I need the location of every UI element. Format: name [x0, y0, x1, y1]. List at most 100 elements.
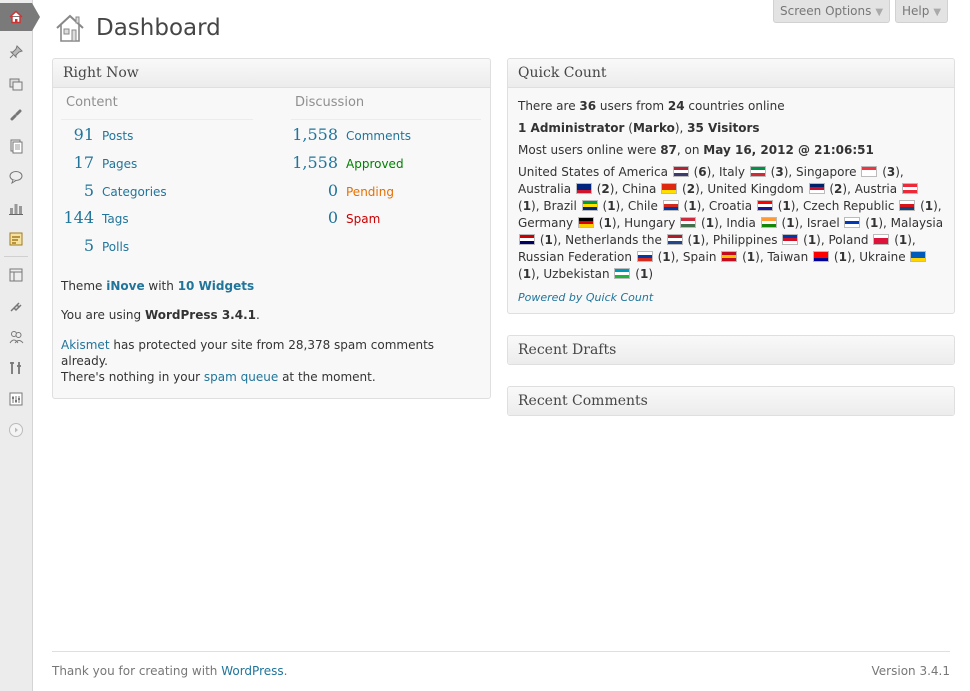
right-now-box: Right Now Content Discussion Theme iNove… — [52, 58, 491, 399]
links-icon — [8, 107, 24, 123]
menu-plugins[interactable] — [0, 292, 32, 320]
collapse-icon — [8, 422, 24, 438]
country-name: United States of America — [518, 165, 668, 179]
country-name: Russian Federation — [518, 250, 632, 264]
menu-separator — [4, 256, 28, 257]
discussion-label[interactable]: Approved — [346, 157, 404, 171]
country-count: 1 — [898, 233, 908, 247]
visitor-count: 35 Visitors — [687, 121, 760, 135]
content-label[interactable]: Pages — [102, 157, 137, 171]
menu-stats[interactable] — [0, 194, 32, 222]
text: , on — [676, 143, 704, 157]
menu-polls[interactable] — [0, 225, 32, 253]
country-name: Hungary — [624, 216, 676, 230]
polls-icon — [8, 231, 24, 247]
discussion-label[interactable]: Spam — [346, 212, 380, 226]
country-name: Spain — [682, 250, 717, 264]
flag-icon — [844, 217, 861, 228]
menu-users[interactable] — [0, 323, 32, 351]
divider — [291, 119, 481, 120]
theme-with: with — [144, 279, 178, 293]
page-header: Dashboard — [54, 12, 221, 44]
discussion-count[interactable]: 1,558 — [288, 125, 338, 144]
content-label[interactable]: Tags — [102, 212, 129, 226]
content-label[interactable]: Polls — [102, 240, 129, 254]
recent-drafts-title[interactable]: Recent Drafts — [508, 336, 954, 364]
country-entry: United States of America (6), — [518, 165, 719, 179]
country-count: 2 — [686, 182, 696, 196]
country-name: Chile — [627, 199, 658, 213]
content-count[interactable]: 144 — [61, 208, 94, 227]
country-count: 1 — [544, 233, 553, 247]
akismet-link[interactable]: Akismet — [61, 338, 110, 352]
version-suffix: . — [256, 308, 260, 322]
flag-icon — [666, 234, 683, 245]
most-online: Most users online were 87, on May 16, 20… — [518, 142, 944, 159]
country-name: Croatia — [708, 199, 753, 213]
akismet-text: has protected your site from 28,378 spam… — [109, 338, 435, 352]
menu-dashboard[interactable] — [0, 3, 40, 31]
discussion-heading: Discussion — [295, 95, 365, 110]
text: Most users online were — [518, 143, 661, 157]
discussion-label[interactable]: Pending — [346, 185, 394, 199]
flag-icon — [662, 200, 679, 211]
quick-count-title[interactable]: Quick Count — [508, 59, 954, 88]
flag-icon — [721, 251, 738, 262]
country-count: 1 — [688, 199, 697, 213]
divider — [61, 119, 253, 120]
discussion-count[interactable]: 0 — [288, 181, 338, 200]
country-entry: Chile (1), — [627, 199, 709, 213]
help-button[interactable]: Help ▼ — [895, 0, 949, 23]
country-name: Singapore — [796, 165, 857, 179]
menu-links[interactable] — [0, 101, 32, 129]
country-name: Germany — [518, 216, 574, 230]
country-entry: Russian Federation (1), — [518, 250, 683, 264]
menu-comments[interactable] — [0, 163, 32, 191]
country-count: 1 — [746, 250, 756, 264]
right-now-title[interactable]: Right Now — [53, 59, 490, 88]
discussion-count[interactable]: 0 — [288, 208, 338, 227]
country-name: Poland — [828, 233, 869, 247]
menu-settings[interactable] — [0, 385, 32, 413]
most-date: May 16, 2012 @ 21:06:51 — [703, 143, 874, 157]
flag-icon — [577, 217, 594, 228]
menu-pages[interactable] — [0, 132, 32, 160]
menu-appearance[interactable] — [0, 261, 32, 289]
country-name: Netherlands the — [565, 233, 662, 247]
country-entry: Israel (1), — [806, 216, 891, 230]
discussion-row: 1,558 Comments — [288, 125, 411, 144]
recent-comments-box: Recent Comments — [507, 386, 955, 416]
country-count: 1 — [807, 233, 817, 247]
content-count[interactable]: 5 — [61, 236, 94, 255]
widgets-link[interactable]: 10 Widgets — [178, 279, 254, 293]
menu-collapse[interactable] — [0, 416, 32, 444]
menu-posts[interactable] — [0, 38, 32, 66]
recent-comments-title[interactable]: Recent Comments — [508, 387, 954, 415]
country-entry: United Kingdom (2), — [707, 182, 855, 196]
menu-tools[interactable] — [0, 354, 32, 382]
content-count[interactable]: 91 — [61, 125, 94, 144]
spam-queue-link[interactable]: spam queue — [204, 370, 278, 384]
wordpress-link[interactable]: WordPress — [221, 664, 283, 678]
discussion-label[interactable]: Comments — [346, 129, 411, 143]
content-label[interactable]: Categories — [102, 185, 167, 199]
flag-icon — [519, 234, 535, 245]
screen-options-button[interactable]: Screen Options ▼ — [773, 0, 891, 23]
country-count: 1 — [607, 199, 616, 213]
menu-media[interactable] — [0, 70, 32, 98]
quick-count-link[interactable]: Powered by Quick Count — [518, 291, 653, 304]
version-prefix: You are using — [61, 308, 145, 322]
content-label[interactable]: Posts — [102, 129, 133, 143]
content-count[interactable]: 17 — [61, 153, 94, 172]
flag-icon — [899, 200, 916, 211]
country-name: United Kingdom — [707, 182, 804, 196]
flag-icon — [756, 200, 773, 211]
country-name: Malaysia — [890, 216, 944, 230]
home-icon — [8, 9, 24, 25]
country-name: China — [622, 182, 657, 196]
theme-link[interactable]: iNove — [106, 279, 144, 293]
discussion-count[interactable]: 1,558 — [288, 153, 338, 172]
country-count: 1 — [924, 199, 934, 213]
content-count[interactable]: 5 — [61, 181, 94, 200]
country-count: 1 — [869, 216, 879, 230]
